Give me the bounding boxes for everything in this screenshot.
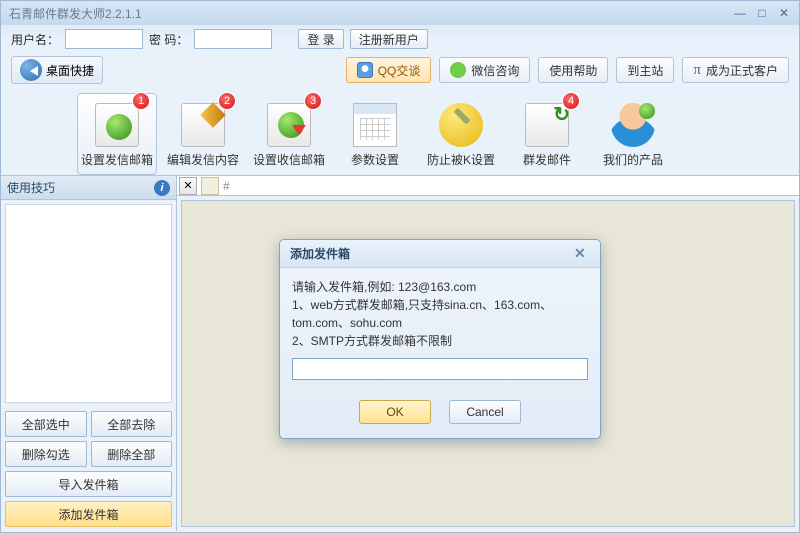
wechat-icon	[450, 62, 466, 78]
dialog-title: 添加发件箱	[290, 245, 350, 262]
home-button[interactable]: 到主站	[616, 57, 674, 83]
ribbon-anti-k[interactable]: 防止被K设置	[421, 93, 501, 175]
calendar-icon	[353, 103, 397, 147]
envelope-edit-icon	[181, 103, 225, 147]
ribbon-send-bulk[interactable]: 4 群发邮件	[507, 93, 587, 175]
delete-all-button[interactable]: 删除全部	[91, 441, 173, 467]
tab-close-icon[interactable]: ✕	[179, 177, 197, 195]
ok-button[interactable]: OK	[359, 400, 431, 424]
sender-list[interactable]	[5, 204, 172, 403]
user-icon	[611, 103, 655, 147]
select-all-button[interactable]: 全部选中	[5, 411, 87, 437]
sender-email-input[interactable]	[292, 358, 588, 380]
deselect-all-button[interactable]: 全部去除	[91, 411, 173, 437]
titlebar: 石青邮件群发大师2.2.1.1 — □ ✕	[1, 1, 799, 25]
dialog-text-1: 请输入发件箱,例如: 123@163.com	[292, 278, 588, 296]
dialog-text-3: 2、SMTP方式群发邮箱不限制	[292, 332, 588, 350]
minimize-button[interactable]: —	[733, 6, 747, 20]
wrench-icon	[439, 103, 483, 147]
pi-icon: π	[693, 62, 701, 79]
dialog-buttons: OK Cancel	[280, 390, 600, 438]
envelope-receive-icon	[267, 103, 311, 147]
envelope-globe-icon	[95, 103, 139, 147]
secondary-toolbar: 桌面快捷 QQ交谈 微信咨询 使用帮助 到主站 π 成为正式客户	[1, 53, 799, 87]
import-sender-button[interactable]: 导入发件箱	[5, 471, 172, 497]
ribbon: 1 设置发信邮箱 2 编辑发信内容 3 设置收信邮箱 参数设置 防止被K设置 4…	[1, 87, 799, 175]
left-panel: 使用技巧 i 全部选中 全部去除 删除勾选 删除全部 导入发件箱 添加发件箱	[1, 176, 177, 531]
login-row: 用户名： 密 码： 登 录 注册新用户	[1, 25, 799, 53]
left-header: 使用技巧 i	[1, 176, 176, 200]
maximize-button[interactable]: □	[755, 6, 769, 20]
window-controls: — □ ✕	[733, 6, 791, 20]
back-arrow-icon	[20, 59, 42, 81]
username-input[interactable]	[65, 29, 143, 49]
ribbon-edit-content[interactable]: 2 编辑发信内容	[163, 93, 243, 175]
upgrade-button[interactable]: π 成为正式客户	[682, 57, 789, 83]
window-title: 石青邮件群发大师2.2.1.1	[9, 5, 142, 22]
qq-icon	[357, 62, 373, 78]
tab-item[interactable]	[201, 177, 219, 195]
envelope-send-icon	[525, 103, 569, 147]
dialog-close-icon[interactable]: ✕	[574, 245, 590, 262]
badge: 1	[132, 92, 150, 110]
password-input[interactable]	[194, 29, 272, 49]
add-sender-dialog: 添加发件箱 ✕ 请输入发件箱,例如: 123@163.com 1、web方式群发…	[279, 239, 601, 439]
cancel-button[interactable]: Cancel	[449, 400, 521, 424]
wechat-consult-button[interactable]: 微信咨询	[439, 57, 530, 83]
badge: 4	[562, 92, 580, 110]
tips-label: 使用技巧	[7, 179, 55, 196]
add-sender-button[interactable]: 添加发件箱	[5, 501, 172, 527]
badge: 2	[218, 92, 236, 110]
register-button[interactable]: 注册新用户	[350, 29, 428, 49]
badge: 3	[304, 92, 322, 110]
ribbon-products[interactable]: 我们的产品	[593, 93, 673, 175]
help-button[interactable]: 使用帮助	[538, 57, 608, 83]
left-buttons: 全部选中 全部去除 删除勾选 删除全部 导入发件箱 添加发件箱	[1, 407, 176, 531]
ribbon-params[interactable]: 参数设置	[335, 93, 415, 175]
desktop-shortcut-button[interactable]: 桌面快捷	[11, 56, 103, 84]
close-button[interactable]: ✕	[777, 6, 791, 20]
login-button[interactable]: 登 录	[298, 29, 343, 49]
username-label: 用户名：	[11, 31, 59, 48]
dialog-body: 请输入发件箱,例如: 123@163.com 1、web方式群发邮箱,只支持si…	[280, 268, 600, 390]
app-window: 石青邮件群发大师2.2.1.1 — □ ✕ 用户名： 密 码： 登 录 注册新用…	[0, 0, 800, 533]
ribbon-set-sender[interactable]: 1 设置发信邮箱	[77, 93, 157, 175]
desktop-shortcut-label: 桌面快捷	[46, 62, 94, 79]
password-label: 密 码：	[149, 31, 188, 48]
delete-checked-button[interactable]: 删除勾选	[5, 441, 87, 467]
dialog-titlebar: 添加发件箱 ✕	[280, 240, 600, 268]
tab-row: ✕ #	[177, 176, 799, 196]
ribbon-set-receiver[interactable]: 3 设置收信邮箱	[249, 93, 329, 175]
qq-chat-button[interactable]: QQ交谈	[346, 57, 432, 83]
tab-hash: #	[219, 179, 234, 193]
dialog-text-2: 1、web方式群发邮箱,只支持sina.cn、163.com、tom.com、s…	[292, 296, 588, 332]
info-icon[interactable]: i	[154, 180, 170, 196]
